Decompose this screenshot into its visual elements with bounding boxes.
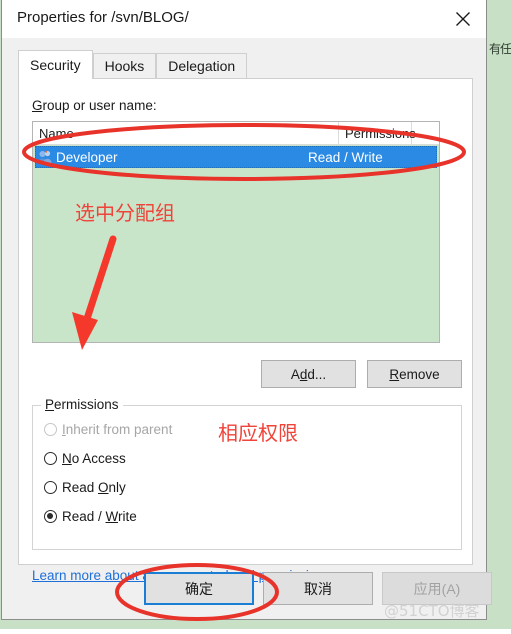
radio-label-read-only: Read Only [62,480,126,495]
radio-read-write[interactable]: Read / Write [44,509,137,524]
radio-mark-no-access [44,452,57,465]
radio-label-read-write: Read / Write [62,509,137,524]
radio-inherit-from-parent: Inherit from parent [44,422,172,437]
column-header-permissions[interactable]: Permissions [339,122,416,144]
close-icon[interactable] [440,0,486,38]
backdrop-clipped-text: 有任 [489,42,511,56]
add-button-label-before: A [290,366,300,382]
radio-read-only-before: Read [62,480,99,495]
column-header-spacer[interactable] [412,122,439,144]
permissions-legend-rest: ermissions [54,397,119,412]
watermark: @51CTO博客 [384,602,480,620]
tab-security[interactable]: Security [18,50,93,79]
add-button-label-after: d... [307,366,327,382]
table-row[interactable]: Developer Read / Write [35,146,437,168]
radio-read-only-accel: O [98,480,109,495]
radio-no-access-after: o Access [71,451,126,466]
radio-mark-inherit [44,423,57,436]
radio-read-write-before: Read / [62,509,106,524]
row-name-cell: Developer [56,149,118,165]
add-button-accel: d [299,366,308,382]
remove-button[interactable]: Remove [367,360,462,388]
listview-header: Name Permissions [33,122,439,145]
properties-dialog: Properties for /svn/BLOG/ Security Hooks… [1,0,492,620]
radio-read-write-after: rite [118,509,137,524]
radio-mark-read-write [44,510,57,523]
tab-delegation[interactable]: Delegation [156,53,248,78]
group-label-accel: G [32,98,43,113]
group-label-rest: roup or user name: [42,98,157,113]
security-tab-page: Group or user name: Name Permissions Dev… [18,78,473,583]
add-button[interactable]: Ad d... [261,360,356,388]
permissions-groupbox: Permissions Inherit from parent No Acces… [32,397,462,550]
tab-hooks[interactable]: Hooks [92,53,157,78]
radio-mark-read-only [44,481,57,494]
cancel-button[interactable]: 取消 [263,572,373,605]
column-header-name[interactable]: Name [33,122,339,144]
permissions-groupbox-legend: Permissions [41,397,123,412]
radio-label-no-access: No Access [62,451,126,466]
radio-label-inherit: Inherit from parent [62,422,172,437]
radio-no-access[interactable]: No Access [44,451,126,466]
radio-read-write-accel: W [105,509,119,524]
group-users-icon [37,149,53,165]
permissions-legend-accel: P [45,397,55,412]
remove-button-label-after: emove [399,366,440,382]
group-user-listview[interactable]: Name Permissions Developer Read / Write [32,121,440,343]
radio-inherit-after: nherit from parent [65,422,173,437]
dialog-title: Properties for /svn/BLOG/ [17,9,189,26]
dialog-titlebar: Properties for /svn/BLOG/ [2,0,486,38]
radio-read-only-after: nly [108,480,126,495]
radio-read-only[interactable]: Read Only [44,480,126,495]
radio-no-access-accel: N [62,451,72,466]
remove-button-accel: R [389,366,400,382]
row-permissions-cell: Read / Write [308,149,383,165]
group-or-user-name-label: Group or user name: [32,98,157,113]
ok-button[interactable]: 确定 [144,572,254,605]
tabstrip: Security Hooks Delegation [18,50,248,79]
